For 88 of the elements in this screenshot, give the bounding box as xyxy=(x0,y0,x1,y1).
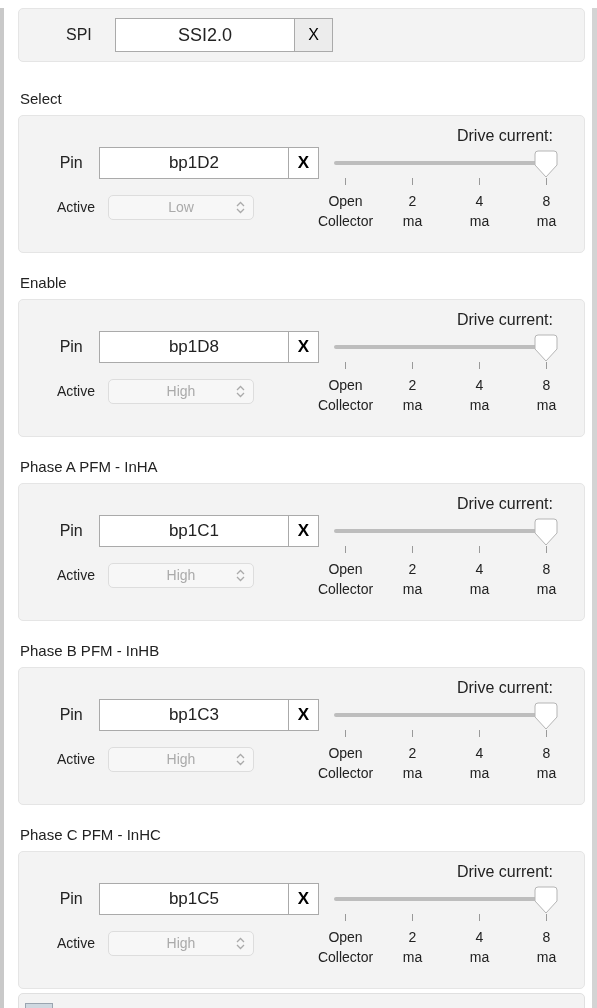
tick-label: Collector xyxy=(316,212,375,231)
tick-label: Collector xyxy=(316,948,375,967)
slider[interactable] xyxy=(334,516,556,546)
stepper-icon xyxy=(236,753,245,766)
tick-label: Open xyxy=(327,744,364,763)
clear-button[interactable]: X xyxy=(289,699,319,731)
tick-label: Open xyxy=(327,560,364,579)
pin-label: Pin xyxy=(58,889,84,909)
tick-label: ma xyxy=(535,764,558,783)
tick-label: 2 xyxy=(407,928,418,947)
slider[interactable] xyxy=(334,884,556,914)
tick-label: ma xyxy=(535,212,558,231)
tick-label: 2 xyxy=(407,192,418,211)
slider[interactable] xyxy=(334,148,556,178)
slider-thumb[interactable] xyxy=(534,334,558,362)
stepper-icon xyxy=(236,937,245,950)
tick-label: 4 xyxy=(474,192,485,211)
drive-current-label: Drive current: xyxy=(455,310,554,330)
tick-label: ma xyxy=(401,580,424,599)
clear-button[interactable]: X xyxy=(289,883,319,915)
tick-label: 8 xyxy=(541,192,552,211)
pin-field[interactable]: bp1C3 xyxy=(98,699,290,731)
tick-label: 8 xyxy=(541,744,552,763)
slider-thumb[interactable] xyxy=(534,518,558,546)
tick-label: ma xyxy=(468,580,491,599)
drive-current-label: Drive current: xyxy=(455,678,554,698)
active-label: Active xyxy=(55,750,96,769)
slider[interactable] xyxy=(334,700,556,730)
tick-label: ma xyxy=(468,212,491,231)
tick-label: 8 xyxy=(541,560,552,579)
stepper-icon xyxy=(236,201,245,214)
spi-field[interactable]: SSI2.0 xyxy=(115,18,295,52)
tick-label: 8 xyxy=(541,376,552,395)
tick-label: ma xyxy=(401,212,424,231)
section-heading: Phase C PFM - InHC xyxy=(19,825,162,845)
tick-label: Collector xyxy=(316,764,375,783)
slider-thumb[interactable] xyxy=(534,702,558,730)
tick-label: Open xyxy=(327,928,364,947)
tick-label: 8 xyxy=(541,928,552,947)
section-heading: Phase A PFM - InHA xyxy=(19,457,159,477)
tick-label: 4 xyxy=(474,560,485,579)
tick-label: Open xyxy=(327,192,364,211)
stepper-icon xyxy=(236,569,245,582)
active-label: Active xyxy=(55,566,96,585)
tick-label: ma xyxy=(535,396,558,415)
active-label: Active xyxy=(55,198,96,217)
tick-label: ma xyxy=(535,948,558,967)
tick-label: ma xyxy=(468,948,491,967)
clear-button[interactable]: X xyxy=(289,515,319,547)
pin-label: Pin xyxy=(58,337,84,357)
section-heading: Select xyxy=(19,89,63,109)
drive-current-label: Drive current: xyxy=(455,126,554,146)
pin-label: Pin xyxy=(58,705,84,725)
pin-field[interactable]: bp1D8 xyxy=(98,331,290,363)
tick-label: ma xyxy=(468,764,491,783)
tick-label: 4 xyxy=(474,376,485,395)
drive-current-label: Drive current: xyxy=(455,494,554,514)
pin-field[interactable]: bp1C1 xyxy=(98,515,290,547)
clear-button[interactable]: X xyxy=(289,147,319,179)
stepper-icon xyxy=(236,385,245,398)
tick-label: 2 xyxy=(407,744,418,763)
tick-label: Collector xyxy=(316,580,375,599)
active-label: Active xyxy=(55,382,96,401)
section-heading: Phase B PFM - InHB xyxy=(19,641,161,661)
pin-field[interactable]: bp1D2 xyxy=(98,147,290,179)
spi-label: SPI xyxy=(66,25,93,45)
clear-button[interactable]: X xyxy=(295,18,333,52)
tick-label: 4 xyxy=(474,744,485,763)
active-label: Active xyxy=(55,934,96,953)
tick-label: ma xyxy=(401,396,424,415)
tick-label: 2 xyxy=(407,560,418,579)
tick-label: Collector xyxy=(316,396,375,415)
tick-label: 4 xyxy=(474,928,485,947)
clear-button[interactable]: X xyxy=(289,331,319,363)
slider-thumb[interactable] xyxy=(534,150,558,178)
pin-label: Pin xyxy=(58,153,84,173)
tick-label: Open xyxy=(327,376,364,395)
tick-label: ma xyxy=(401,948,424,967)
pin-field[interactable]: bp1C5 xyxy=(98,883,290,915)
tick-label: ma xyxy=(468,396,491,415)
tick-label: ma xyxy=(401,764,424,783)
drive-current-label: Drive current: xyxy=(455,862,554,882)
pin-label: Pin xyxy=(58,521,84,541)
slider[interactable] xyxy=(334,332,556,362)
section-heading: Enable xyxy=(19,273,68,293)
tick-label: ma xyxy=(535,580,558,599)
tick-label: 2 xyxy=(407,376,418,395)
slider-thumb[interactable] xyxy=(534,886,558,914)
